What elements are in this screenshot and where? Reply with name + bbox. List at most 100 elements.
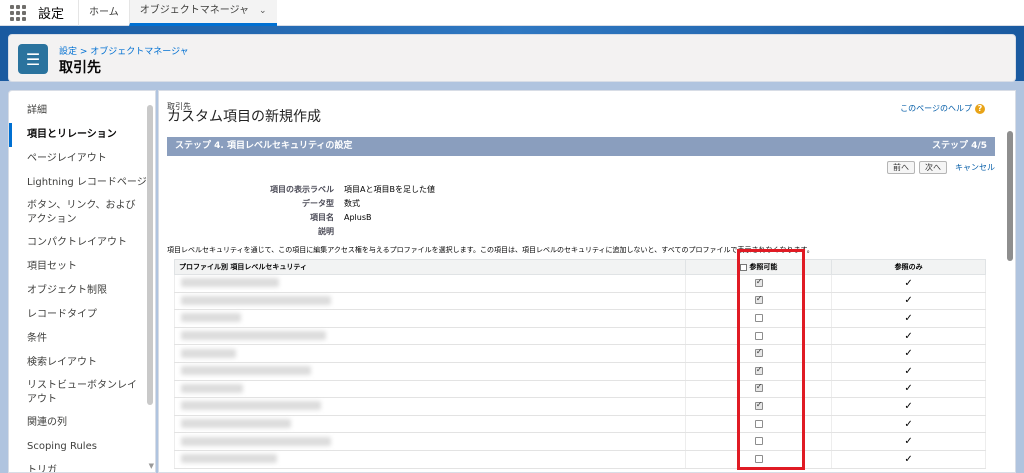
checkmark-icon: ✓ xyxy=(904,330,913,342)
field-row: 説明 xyxy=(167,225,995,239)
field-value: 数式 xyxy=(344,199,360,208)
field-row: 項目名 AplusB xyxy=(167,211,995,225)
checkmark-icon: ✓ xyxy=(904,295,913,307)
prev-button[interactable]: 前へ xyxy=(887,161,915,174)
table-row: ✓ xyxy=(173,432,986,451)
sidebar-item-object-limits[interactable]: オブジェクト制限 xyxy=(9,279,155,303)
profile-name-cell xyxy=(173,380,687,399)
table-row: ✓ xyxy=(173,380,986,399)
redacted-profile-name xyxy=(181,436,331,446)
main-content: 取引先 カスタム項目の新規作成 このページのヘルプ ? ステップ 4. 項目レベ… xyxy=(158,90,1016,473)
profile-name-cell xyxy=(173,309,687,328)
tab-object-manager[interactable]: オブジェクトマネージャ ⌄ xyxy=(128,0,277,26)
sidebar-item-related-columns[interactable]: 関連の列 xyxy=(9,411,155,435)
profile-name-cell xyxy=(173,274,687,293)
redacted-profile-name xyxy=(181,454,277,464)
page-title: 取引先 xyxy=(59,60,101,76)
table-row: ✓ xyxy=(173,450,986,469)
checkmark-icon: ✓ xyxy=(904,453,913,465)
profile-table-body: ✓ ✓ ✓ ✓ ✓ ✓ ✓ ✓ ✓ ✓ ✓ xyxy=(173,274,986,469)
checkmark-icon: ✓ xyxy=(904,400,913,412)
sidebar-item-buttons-links-actions[interactable]: ボタン、リンク、およびアクション xyxy=(9,195,155,231)
redacted-profile-name xyxy=(181,383,243,393)
field-row: 項目の表示ラベル 項目Aと項目Bを足した値 xyxy=(167,183,995,197)
checkmark-icon: ✓ xyxy=(904,383,913,395)
readonly-cell: ✓ xyxy=(831,362,986,381)
object-header: ☰ 設定 > オブジェクトマネージャ 取引先 xyxy=(8,34,1016,82)
field-label: データ型 xyxy=(302,199,334,208)
redacted-profile-name xyxy=(181,401,321,411)
sidebar-item-compact-layouts[interactable]: コンパクトレイアウト xyxy=(9,231,155,255)
sidebar-scrollbar[interactable] xyxy=(147,105,153,405)
redacted-profile-name xyxy=(181,331,326,341)
step-bar: ステップ 4. 項目レベルセキュリティの設定 ステップ 4/5 xyxy=(167,137,995,156)
checkmark-icon: ✓ xyxy=(904,418,913,430)
readonly-cell: ✓ xyxy=(831,327,986,346)
field-label: 項目名 xyxy=(310,213,334,222)
table-row: ✓ xyxy=(173,397,986,416)
readonly-cell: ✓ xyxy=(831,344,986,363)
step-title: ステップ 4. 項目レベルセキュリティの設定 xyxy=(175,141,353,151)
wizard-title: カスタム項目の新規作成 xyxy=(167,109,321,125)
chevron-down-icon[interactable]: ⌄ xyxy=(259,0,267,24)
sidebar-item-page-layouts[interactable]: ページレイアウト xyxy=(9,147,155,171)
readonly-cell: ✓ xyxy=(831,432,986,451)
global-nav: 設定 ホーム オブジェクトマネージャ ⌄ xyxy=(0,0,1024,26)
cancel-link[interactable]: キャンセル xyxy=(955,162,995,173)
field-label: 説明 xyxy=(318,227,334,236)
profile-name-cell xyxy=(173,344,687,363)
readonly-cell: ✓ xyxy=(831,274,986,293)
intro-text: 項目レベルセキュリティを通じて、この項目に編集アクセス権を与えるプロファイルを選… xyxy=(167,246,814,254)
readonly-cell: ✓ xyxy=(831,397,986,416)
field-row: データ型 数式 xyxy=(167,197,995,211)
breadcrumb[interactable]: 設定 > オブジェクトマネージャ xyxy=(59,44,189,57)
table-row: ✓ xyxy=(173,344,986,363)
table-row: ✓ xyxy=(173,292,986,311)
sidebar-item-conditions[interactable]: 条件 xyxy=(9,327,155,351)
field-summary: 項目の表示ラベル 項目Aと項目Bを足した値 データ型 数式 項目名 AplusB 説明 xyxy=(167,183,995,239)
sidebar-item-details[interactable]: 詳細 xyxy=(9,99,155,123)
sidebar-item-field-sets[interactable]: 項目セット xyxy=(9,255,155,279)
profile-name-cell xyxy=(173,450,687,469)
layers-icon: ☰ xyxy=(18,44,48,74)
profile-name-cell xyxy=(173,292,687,311)
profile-name-cell xyxy=(173,432,687,451)
table-row: ✓ xyxy=(173,274,986,293)
column-header-profile: プロファイル別 項目レベルセキュリティ xyxy=(173,259,687,275)
scroll-down-arrow-icon[interactable]: ▼ xyxy=(149,462,154,470)
field-label: 項目の表示ラベル xyxy=(270,185,334,194)
redacted-profile-name xyxy=(181,313,241,323)
help-link[interactable]: このページのヘルプ ? xyxy=(900,103,985,114)
sidebar: 詳細 項目とリレーション ページレイアウト Lightning レコードページ … xyxy=(8,90,156,473)
checkmark-icon: ✓ xyxy=(904,348,913,360)
sidebar-item-lightning-record-pages[interactable]: Lightning レコードページ xyxy=(9,171,155,195)
tab-object-manager-label: オブジェクトマネージャ xyxy=(139,5,250,16)
readonly-cell: ✓ xyxy=(831,292,986,311)
table-row: ✓ xyxy=(173,415,986,434)
help-icon: ? xyxy=(975,103,985,114)
redacted-profile-name xyxy=(181,295,331,305)
redacted-profile-name xyxy=(181,278,279,288)
tab-home[interactable]: ホーム xyxy=(78,0,129,26)
redacted-profile-name xyxy=(181,348,236,358)
checkmark-icon: ✓ xyxy=(904,365,913,377)
field-value: 項目Aと項目Bを足した値 xyxy=(344,185,435,194)
readonly-cell: ✓ xyxy=(831,415,986,434)
column-header-readonly: 参照のみ xyxy=(831,259,986,275)
sidebar-item-triggers[interactable]: トリガ xyxy=(9,459,155,472)
main-scrollbar[interactable] xyxy=(1007,131,1013,261)
app-launcher-icon[interactable] xyxy=(10,4,26,21)
readonly-cell: ✓ xyxy=(831,450,986,469)
sidebar-item-record-types[interactable]: レコードタイプ xyxy=(9,303,155,327)
sidebar-item-list-view-button-layout[interactable]: リストビューボタンレイアウト xyxy=(9,375,155,411)
next-button[interactable]: 次へ xyxy=(919,161,947,174)
redacted-profile-name xyxy=(181,366,311,376)
sidebar-item-search-layouts[interactable]: 検索レイアウト xyxy=(9,351,155,375)
profile-name-cell xyxy=(173,397,687,416)
table-row: ✓ xyxy=(173,309,986,328)
sidebar-item-fields-relationships[interactable]: 項目とリレーション xyxy=(9,123,155,147)
checkmark-icon: ✓ xyxy=(904,277,913,289)
app-name: 設定 xyxy=(38,7,65,22)
sidebar-item-scoping-rules[interactable]: Scoping Rules xyxy=(9,435,155,459)
help-link-label: このページのヘルプ xyxy=(900,104,972,113)
